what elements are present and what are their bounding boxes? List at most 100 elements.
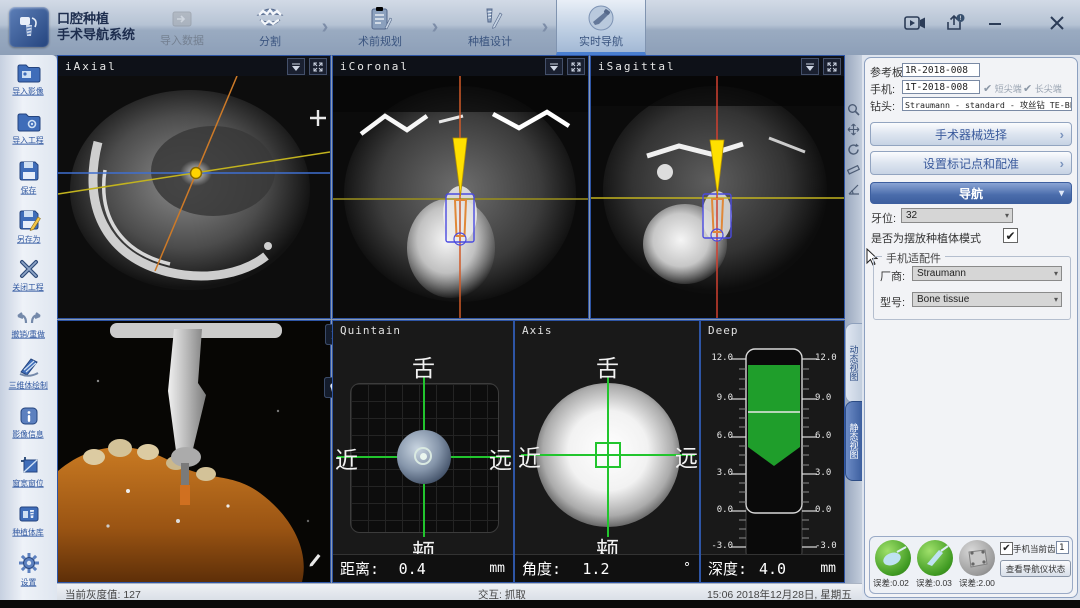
- left-toolbar: 导入影像 导入工程 保存 另存为: [0, 55, 58, 600]
- navigator-status-button[interactable]: 查看导航仪状态: [1000, 560, 1071, 577]
- close-button[interactable]: [1044, 12, 1070, 34]
- undo-redo-icon: [14, 309, 44, 327]
- sidebar-item-import-project[interactable]: 导入工程: [0, 104, 57, 153]
- step-preop-planning[interactable]: 术前规划: [336, 0, 424, 55]
- sidebar-item-window-level[interactable]: 窗宽窗位: [0, 447, 57, 496]
- axial-ct-image[interactable]: [58, 76, 330, 318]
- check-icon: ✔: [1023, 83, 1032, 95]
- step-segmentation[interactable]: 分割: [226, 0, 314, 55]
- sidebar-item-label: 三维体绘制: [9, 379, 48, 390]
- sidebar-item-label: 种植体库: [13, 526, 44, 537]
- sidebar-item-undo-redo[interactable]: 撤销/重做: [0, 300, 57, 349]
- readout-unit: mm: [489, 561, 505, 576]
- reference-input[interactable]: 1R-2018-008: [902, 63, 980, 77]
- drill-input[interactable]: Straumann - standard - 攻丝钻 TE-BL - Φ3.: [902, 97, 1072, 111]
- readout-value: 1.2: [582, 560, 609, 578]
- view-menu-button[interactable]: [545, 58, 563, 75]
- 3d-scene[interactable]: [58, 321, 330, 582]
- handpiece-label: 手机:: [870, 81, 895, 97]
- sagittal-ct-image[interactable]: [591, 76, 844, 318]
- sidebar-item-save[interactable]: 保存: [0, 153, 57, 202]
- view-menu-button[interactable]: [287, 58, 305, 75]
- tick-label: 12.0: [703, 353, 733, 363]
- tip-long-checkbox[interactable]: ✔ 长尖端: [1023, 82, 1062, 95]
- step-chevron-icon: ›: [314, 16, 336, 39]
- model-label: 型号:: [880, 294, 905, 310]
- model-select[interactable]: Bone tissue ▾: [912, 292, 1062, 307]
- denture-icon: [255, 6, 285, 32]
- video-icon: [904, 15, 926, 31]
- instrument-select-button[interactable]: 手术器械选择 ›: [870, 122, 1072, 146]
- label-mesial: 近: [518, 439, 541, 473]
- pan-icon[interactable]: [847, 123, 860, 136]
- view-sagittal[interactable]: iSagittal: [590, 55, 845, 319]
- marker-registration-button[interactable]: 设置标记点和配准 ›: [870, 151, 1072, 175]
- rotate-icon[interactable]: [847, 143, 860, 156]
- sidebar-item-save-as[interactable]: 另存为: [0, 202, 57, 251]
- tab-dynamic-view[interactable]: 动态视图: [845, 323, 863, 403]
- view-menu-button[interactable]: [801, 58, 819, 75]
- tool-strip: 动态视图 静态视图: [845, 55, 862, 600]
- sidebar-item-close-project[interactable]: 关闭工程: [0, 251, 57, 300]
- tick-label: 3.0: [703, 468, 733, 478]
- sidebar-item-settings[interactable]: 设置: [0, 545, 57, 594]
- view-expand-button[interactable]: [823, 58, 841, 75]
- placement-mode-label: 是否为摆放种植体模式: [871, 230, 981, 246]
- sidebar-item-volume-render[interactable]: 三维体绘制: [0, 349, 57, 398]
- view-expand-button[interactable]: [309, 58, 327, 75]
- tick-label: 6.0: [703, 431, 733, 441]
- step-implant-design[interactable]: 种植设计: [446, 0, 534, 55]
- tick-label: 3.0: [815, 468, 845, 478]
- check-icon: ✔: [1005, 230, 1015, 242]
- tip-short-checkbox[interactable]: ✔ 短尖端: [983, 82, 1022, 95]
- tab-static-view[interactable]: 静态视图: [845, 401, 863, 481]
- chevron-down-icon: ▾: [1054, 295, 1058, 304]
- tip-short-label: 短尖端: [995, 84, 1022, 94]
- current-tooth-checkbox[interactable]: ✔: [1000, 542, 1013, 555]
- tracking-status-box: 误差:0.02 误差:0.03 误差:2.00 ✔ 手机当前齿 1 查看导航仪状…: [869, 536, 1073, 594]
- sidebar-item-implant-library[interactable]: 种植体库: [0, 496, 57, 545]
- depth-readout: 深度: 4.0 mm: [701, 554, 844, 582]
- sidebar-item-image-info[interactable]: 影像信息: [0, 398, 57, 447]
- panel-axis: Axis 舌 近 远 颊 角度: 1.2 °: [514, 320, 700, 583]
- panel-title: Quintain: [340, 324, 401, 337]
- app-title: 口腔种植 手术导航系统: [57, 11, 135, 43]
- readout-label: 深度:: [708, 558, 747, 579]
- current-tooth-input[interactable]: 1: [1056, 541, 1069, 554]
- navigation-section-header[interactable]: 导航 ▾: [870, 182, 1072, 204]
- coronal-ct-image[interactable]: [333, 76, 588, 318]
- tooth-position-label: 牙位:: [871, 210, 896, 226]
- coronal-view-header: iCoronal: [333, 56, 588, 76]
- placement-mode-checkbox[interactable]: ✔: [1003, 228, 1018, 243]
- view-3d[interactable]: [57, 320, 331, 583]
- reference-label: 参考板:: [870, 64, 906, 80]
- window-controls: !: [902, 12, 1070, 34]
- sidebar-item-label: 影像信息: [13, 428, 44, 439]
- expand-icon: [571, 62, 581, 72]
- view-expand-button[interactable]: [567, 58, 585, 75]
- sidebar-item-import-image[interactable]: 导入影像: [0, 55, 57, 104]
- annotate-button[interactable]: [307, 551, 323, 572]
- handpiece-input[interactable]: 1T-2018-008: [902, 80, 980, 94]
- view-axial[interactable]: iAxial: [57, 55, 331, 319]
- vendor-select[interactable]: Straumann ▾: [912, 266, 1062, 281]
- vendor-value: Straumann: [917, 268, 966, 279]
- angle-icon[interactable]: [847, 183, 860, 196]
- tooth-position-select[interactable]: 32 ▾: [901, 208, 1013, 223]
- ruler-icon[interactable]: [847, 163, 860, 176]
- export-report-button[interactable]: !: [942, 12, 968, 34]
- sidebar-item-label: 另存为: [17, 233, 40, 244]
- view-coronal[interactable]: iCoronal: [332, 55, 589, 319]
- tick-label: 0.0: [815, 505, 845, 515]
- readout-unit: mm: [820, 561, 836, 576]
- expand-icon: [313, 62, 323, 72]
- minimize-button[interactable]: [982, 12, 1008, 34]
- step-realtime-navigation[interactable]: 实时导航: [556, 0, 646, 55]
- axial-target-dot[interactable]: [191, 168, 202, 179]
- implant-3d: [180, 485, 190, 505]
- step-import-data[interactable]: 导入数据: [138, 0, 226, 55]
- magnifier-icon[interactable]: [847, 103, 860, 116]
- quintain-target-dot: [420, 453, 427, 460]
- record-video-button[interactable]: [902, 12, 928, 34]
- dropdown-icon: [805, 63, 815, 71]
